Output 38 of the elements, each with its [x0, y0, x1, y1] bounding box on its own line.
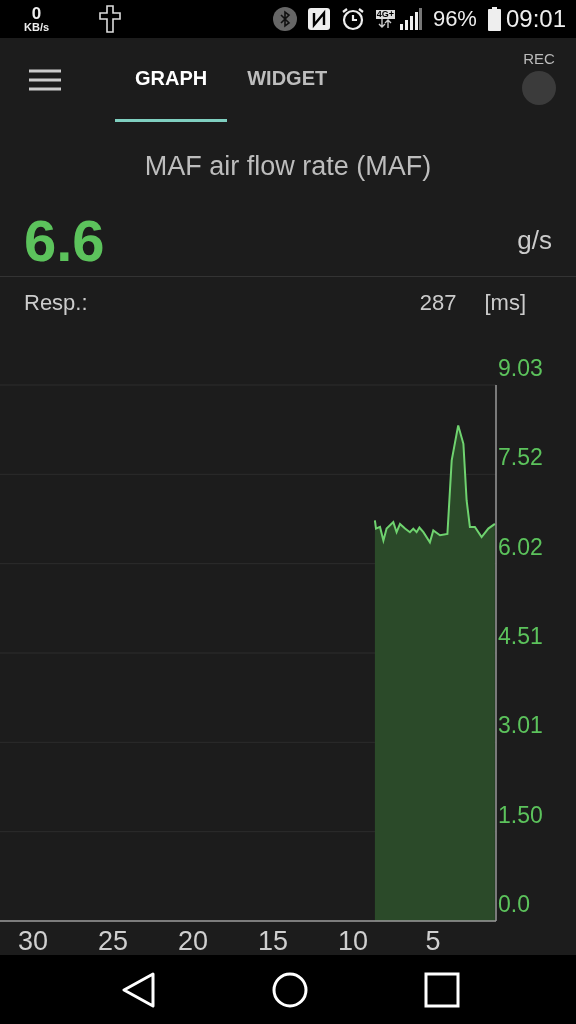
- sensor-value: 6.6: [24, 206, 105, 274]
- response-unit: [ms]: [484, 290, 526, 316]
- sensor-unit: g/s: [517, 224, 552, 256]
- nfc-icon: [307, 8, 330, 30]
- network-type: 4G+: [375, 10, 395, 19]
- x-tick-label: 30: [17, 926, 48, 955]
- battery-percent: 96%: [432, 6, 477, 32]
- network-speed: 0: [31, 5, 42, 22]
- y-tick-label: 1.50: [498, 801, 543, 828]
- y-tick-label: 3.01: [498, 712, 543, 739]
- alarm-icon: [340, 7, 365, 31]
- data-arrows-icon: [378, 19, 393, 28]
- y-tick-label: 4.51: [498, 623, 543, 649]
- response-label: Resp.:: [24, 290, 88, 316]
- rec-label: REC: [523, 49, 555, 67]
- network-speed-unit: KB/s: [24, 22, 50, 33]
- x-tick-label: 15: [257, 926, 288, 955]
- signal-icon: [399, 8, 422, 30]
- x-tick-label: 5: [425, 926, 441, 955]
- cross-icon: [99, 5, 122, 33]
- x-tick-label: 20: [177, 926, 208, 955]
- battery-icon: [487, 7, 501, 31]
- x-tick-label: 25: [97, 926, 128, 955]
- menu-icon[interactable]: [29, 69, 61, 91]
- y-tick-label: 0.0: [498, 891, 530, 917]
- y-tick-label: 6.02: [498, 533, 543, 560]
- back-icon[interactable]: [122, 971, 156, 1008]
- response-value: 287: [419, 290, 457, 316]
- x-tick-label: 10: [337, 926, 368, 955]
- tab[interactable]: GRAPH: [115, 38, 228, 122]
- bluetooth-icon: [272, 7, 297, 31]
- recents-icon[interactable]: [424, 971, 460, 1008]
- y-tick-label: 7.52: [498, 444, 543, 471]
- home-icon[interactable]: [272, 971, 308, 1008]
- tab[interactable]: WIDGET: [227, 38, 348, 122]
- y-tick-label: 9.03: [498, 355, 543, 381]
- clock: 09:01: [505, 5, 566, 33]
- sensor-title: MAF air flow rate (MAF): [143, 149, 433, 183]
